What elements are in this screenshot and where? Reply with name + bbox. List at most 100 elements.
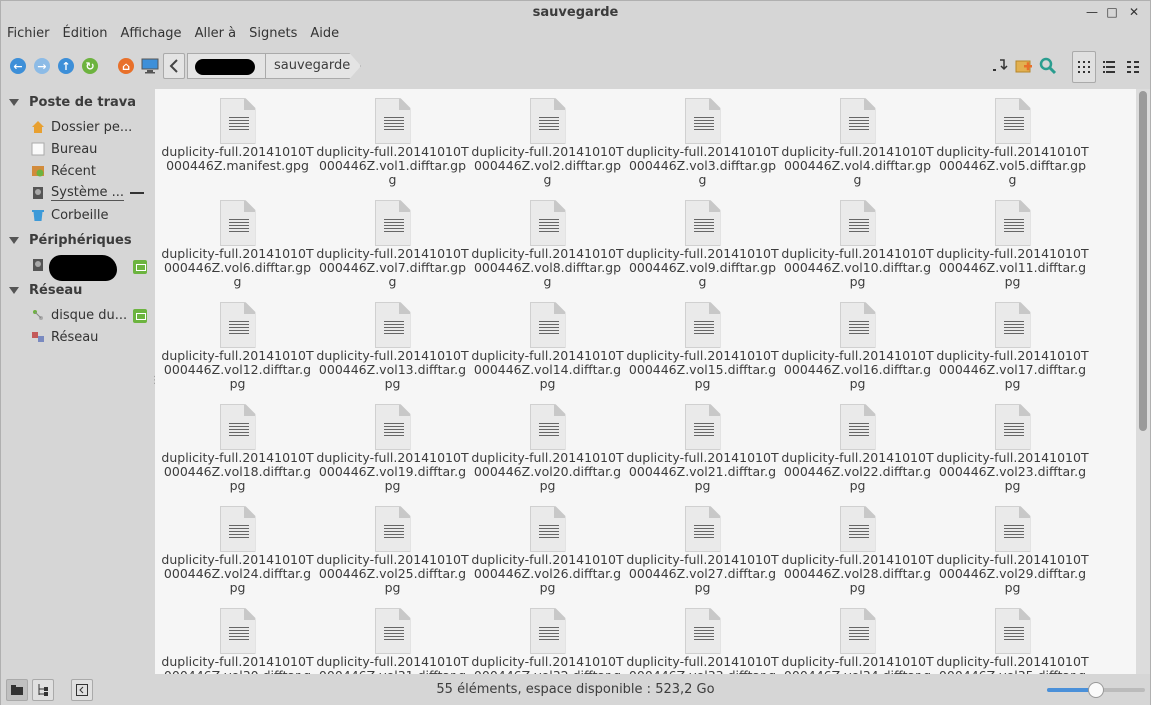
menu-aller-a[interactable]: Aller à [195, 24, 237, 44]
title-bar[interactable]: sauvegarde — □ ✕ [1, 1, 1150, 24]
file-item[interactable]: duplicity-full.20141010T000446Z.vol21.di… [625, 395, 780, 493]
file-item[interactable]: duplicity-full.20141010T000446Z.vol15.di… [625, 293, 780, 391]
reload-button[interactable]: ↻ [81, 57, 99, 75]
file-name: duplicity-full.20141010T000446Z.vol15.di… [626, 348, 779, 391]
file-item[interactable]: duplicity-full.20141010T000446Z.vol20.di… [470, 395, 625, 493]
breadcrumb-back-button[interactable] [163, 53, 185, 79]
file-item[interactable]: duplicity-full.20141010T000446Z.vol29.di… [935, 497, 1090, 595]
search-button[interactable] [1039, 57, 1057, 75]
new-folder-button[interactable] [1015, 57, 1033, 75]
document-file-icon [994, 506, 1031, 552]
file-item[interactable]: duplicity-full.20141010T000446Z.vol4.dif… [780, 89, 935, 187]
sidebar-item-systeme[interactable]: Système ... [31, 183, 145, 203]
menu-aide[interactable]: Aide [310, 24, 339, 44]
file-item[interactable]: duplicity-full.20141010T000446Z.vol12.di… [160, 293, 315, 391]
file-item[interactable]: duplicity-full.20141010T000446Z.vol34.di… [780, 599, 935, 674]
scrollbar-thumb[interactable] [1139, 91, 1147, 431]
file-item[interactable]: duplicity-full.20141010T000446Z.vol32.di… [470, 599, 625, 674]
sidebar-section-reseau[interactable]: Réseau [9, 283, 82, 298]
chevron-left-icon [169, 59, 178, 73]
file-item[interactable]: duplicity-full.20141010T000446Z.vol8.dif… [470, 191, 625, 289]
file-item[interactable]: duplicity-full.20141010T000446Z.vol33.di… [625, 599, 780, 674]
file-item[interactable]: duplicity-full.20141010T000446Z.vol7.dif… [315, 191, 470, 289]
computer-icon [141, 58, 159, 74]
minimize-icon[interactable]: — [1084, 4, 1100, 20]
file-item[interactable]: duplicity-full.20141010T000446Z.vol13.di… [315, 293, 470, 391]
file-item[interactable]: duplicity-full.20141010T000446Z.vol11.di… [935, 191, 1090, 289]
file-item[interactable]: duplicity-full.20141010T000446Z.vol18.di… [160, 395, 315, 493]
file-item[interactable]: duplicity-full.20141010T000446Z.vol28.di… [780, 497, 935, 595]
compact-view-button[interactable] [1121, 51, 1145, 83]
file-name: duplicity-full.20141010T000446Z.vol30.di… [161, 654, 314, 675]
file-name: duplicity-full.20141010T000446Z.vol11.di… [936, 246, 1089, 289]
sidebar-item-reseau[interactable]: Réseau [31, 327, 98, 347]
file-item[interactable]: duplicity-full.20141010T000446Z.vol26.di… [470, 497, 625, 595]
maximize-icon[interactable]: □ [1104, 4, 1120, 20]
document-file-icon [529, 200, 566, 246]
sidebar-item-disque-reseau[interactable]: disque du... [31, 305, 127, 325]
file-item[interactable]: duplicity-full.20141010T000446Z.vol16.di… [780, 293, 935, 391]
file-item[interactable]: duplicity-full.20141010T000446Z.vol22.di… [780, 395, 935, 493]
document-file-icon [684, 404, 721, 450]
menu-edition[interactable]: Édition [63, 24, 108, 44]
menu-affichage[interactable]: Affichage [120, 24, 181, 44]
vertical-scrollbar[interactable] [1136, 89, 1150, 674]
file-item[interactable]: duplicity-full.20141010T000446Z.manifest… [160, 89, 315, 173]
file-item[interactable]: duplicity-full.20141010T000446Z.vol31.di… [315, 599, 470, 674]
device-icon [33, 259, 43, 271]
back-button[interactable]: ← [9, 57, 27, 75]
breadcrumb-parent[interactable] [187, 53, 267, 79]
mount-badge-icon[interactable] [133, 309, 147, 323]
file-name: duplicity-full.20141010T000446Z.vol29.di… [936, 552, 1089, 595]
file-item[interactable]: duplicity-full.20141010T000446Z.vol35.di… [935, 599, 1090, 674]
file-name: duplicity-full.20141010T000446Z.vol24.di… [161, 552, 314, 595]
file-item[interactable]: duplicity-full.20141010T000446Z.vol23.di… [935, 395, 1090, 493]
file-icon-view[interactable]: duplicity-full.20141010T000446Z.manifest… [155, 89, 1136, 674]
zoom-slider-knob[interactable] [1088, 682, 1104, 698]
sidebar-section-poste[interactable]: Poste de trava [9, 95, 136, 110]
file-name: duplicity-full.20141010T000446Z.vol33.di… [626, 654, 779, 675]
close-icon[interactable]: ✕ [1126, 4, 1142, 20]
reload-icon: ↻ [82, 58, 98, 74]
file-item[interactable]: duplicity-full.20141010T000446Z.vol9.dif… [625, 191, 780, 289]
file-name: duplicity-full.20141010T000446Z.vol23.di… [936, 450, 1089, 493]
forward-arrow-icon: → [34, 58, 50, 74]
breadcrumb-current[interactable]: sauvegarde [265, 53, 361, 79]
sidebar-item-corbeille[interactable]: Corbeille [31, 205, 108, 225]
menu-signets[interactable]: Signets [249, 24, 297, 44]
file-item[interactable]: duplicity-full.20141010T000446Z.vol17.di… [935, 293, 1090, 391]
home-button[interactable]: ⌂ [117, 57, 135, 75]
file-item[interactable]: duplicity-full.20141010T000446Z.vol5.dif… [935, 89, 1090, 187]
eject-icon[interactable] [130, 192, 145, 194]
file-item[interactable]: duplicity-full.20141010T000446Z.vol3.dif… [625, 89, 780, 187]
new-folder-icon [1015, 60, 1032, 73]
file-item[interactable]: duplicity-full.20141010T000446Z.vol30.di… [160, 599, 315, 674]
file-item[interactable]: duplicity-full.20141010T000446Z.vol14.di… [470, 293, 625, 391]
file-item[interactable]: duplicity-full.20141010T000446Z.vol27.di… [625, 497, 780, 595]
search-icon [1039, 57, 1057, 75]
sidebar-item-recent[interactable]: Récent [31, 161, 96, 181]
file-item[interactable]: duplicity-full.20141010T000446Z.vol2.dif… [470, 89, 625, 187]
up-button[interactable]: ↑ [57, 57, 75, 75]
file-item[interactable]: duplicity-full.20141010T000446Z.vol25.di… [315, 497, 470, 595]
computer-button[interactable] [141, 57, 159, 75]
file-item[interactable]: duplicity-full.20141010T000446Z.vol19.di… [315, 395, 470, 493]
forward-button[interactable]: → [33, 57, 51, 75]
file-item[interactable]: duplicity-full.20141010T000446Z.vol1.dif… [315, 89, 470, 187]
file-item[interactable]: duplicity-full.20141010T000446Z.vol24.di… [160, 497, 315, 595]
sidebar-item-bureau[interactable]: Bureau [31, 139, 97, 159]
list-view-button[interactable] [1097, 51, 1121, 83]
sidebar-item-dossier-personnel[interactable]: Dossier pe... [31, 117, 132, 137]
mount-badge-icon[interactable] [133, 260, 147, 274]
file-item[interactable]: duplicity-full.20141010T000446Z.vol10.di… [780, 191, 935, 289]
open-terminal-button[interactable] [991, 57, 1009, 75]
sidebar-section-peripheriques[interactable]: Périphériques [9, 233, 132, 248]
document-file-icon [839, 608, 876, 654]
document-file-icon [994, 608, 1031, 654]
zoom-slider[interactable] [1047, 682, 1145, 698]
icon-view-button[interactable] [1072, 51, 1096, 83]
file-name: duplicity-full.20141010T000446Z.vol4.dif… [781, 144, 934, 187]
file-item[interactable]: duplicity-full.20141010T000446Z.vol6.dif… [160, 191, 315, 289]
menu-fichier[interactable]: Fichier [7, 24, 50, 44]
redacted-device-name[interactable] [49, 255, 117, 281]
